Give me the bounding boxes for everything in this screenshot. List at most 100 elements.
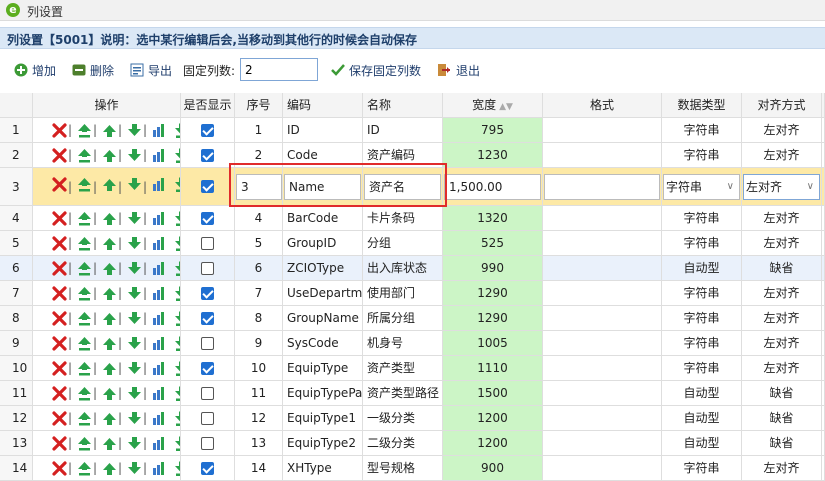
move-bottom-icon[interactable]: [174, 148, 181, 163]
check-icon[interactable]: [331, 63, 345, 77]
datatype-cell[interactable]: 字符串: [662, 118, 742, 143]
sort-icon[interactable]: [152, 436, 167, 451]
width-cell[interactable]: 1,500.00: [443, 168, 543, 206]
delete-row-icon[interactable]: [52, 386, 67, 401]
move-down-icon[interactable]: [127, 286, 142, 301]
move-up-icon[interactable]: [102, 336, 117, 351]
header-visible[interactable]: 是否显示: [181, 93, 235, 118]
format-cell[interactable]: [543, 281, 662, 306]
width-cell[interactable]: 1290: [443, 281, 543, 306]
delete-row-icon[interactable]: [52, 361, 67, 376]
move-down-icon[interactable]: [127, 361, 142, 376]
exit-button[interactable]: 退出: [456, 62, 480, 79]
move-up-icon[interactable]: [102, 148, 117, 163]
chevron-down-icon[interactable]: ∨: [807, 175, 814, 199]
format-cell[interactable]: [543, 406, 662, 431]
datatype-cell[interactable]: 字符串 ∨: [662, 168, 742, 206]
header-alignment[interactable]: 对齐方式: [742, 93, 822, 118]
code-cell[interactable]: UseDepartm: [283, 281, 363, 306]
delete-row-icon[interactable]: [52, 177, 67, 192]
width-cell[interactable]: 1110: [443, 356, 543, 381]
table-row[interactable]: 7 | | | | 7 UseDepartm 使用部门 1290 字符串 左对齐: [0, 281, 825, 306]
datatype-cell[interactable]: 自动型: [662, 256, 742, 281]
datatype-cell[interactable]: 自动型: [662, 406, 742, 431]
delete-row-icon[interactable]: [52, 148, 67, 163]
code-input[interactable]: Name: [284, 174, 361, 200]
format-cell[interactable]: [543, 381, 662, 406]
alignment-cell[interactable]: 缺省: [742, 381, 822, 406]
code-cell[interactable]: GroupName: [283, 306, 363, 331]
format-cell[interactable]: [543, 431, 662, 456]
name-cell[interactable]: 所属分组: [363, 306, 443, 331]
move-up-icon[interactable]: [102, 411, 117, 426]
format-cell[interactable]: [543, 306, 662, 331]
move-down-icon[interactable]: [127, 436, 142, 451]
delete-row-icon[interactable]: [52, 436, 67, 451]
visible-checkbox[interactable]: [201, 287, 214, 300]
datatype-cell[interactable]: 字符串: [662, 306, 742, 331]
code-cell[interactable]: EquipType1: [283, 406, 363, 431]
move-down-icon[interactable]: [127, 261, 142, 276]
sort-icon[interactable]: ▲▼: [499, 102, 513, 112]
visible-checkbox[interactable]: [201, 180, 214, 193]
move-up-icon[interactable]: [102, 123, 117, 138]
alignment-cell[interactable]: 缺省: [742, 431, 822, 456]
code-cell[interactable]: EquipType2: [283, 431, 363, 456]
sequence-cell[interactable]: 4: [235, 206, 283, 231]
datatype-cell[interactable]: 字符串: [662, 331, 742, 356]
visible-checkbox[interactable]: [201, 387, 214, 400]
name-input[interactable]: 资产名: [364, 174, 441, 200]
delete-button[interactable]: 删除: [90, 62, 114, 79]
name-cell[interactable]: 使用部门: [363, 281, 443, 306]
save-fixed-columns-button[interactable]: 保存固定列数: [349, 62, 421, 79]
sort-icon[interactable]: [152, 461, 167, 476]
move-down-icon[interactable]: [127, 311, 142, 326]
table-row[interactable]: 1 | | | | 1 ID ID 795 字符串 左对齐: [0, 118, 825, 143]
move-top-icon[interactable]: [77, 148, 92, 163]
move-top-icon[interactable]: [77, 436, 92, 451]
visible-checkbox[interactable]: [201, 337, 214, 350]
sequence-cell[interactable]: 9: [235, 331, 283, 356]
header-code[interactable]: 编码: [283, 93, 363, 118]
move-down-icon[interactable]: [127, 123, 142, 138]
alignment-cell[interactable]: 左对齐: [742, 306, 822, 331]
format-cell[interactable]: [543, 143, 662, 168]
width-cell[interactable]: 795: [443, 118, 543, 143]
alignment-cell[interactable]: 左对齐 ∨: [742, 168, 822, 206]
width-cell[interactable]: 1290: [443, 306, 543, 331]
move-bottom-icon[interactable]: [174, 336, 181, 351]
delete-row-icon[interactable]: [52, 461, 67, 476]
delete-row-icon[interactable]: [52, 336, 67, 351]
sequence-input[interactable]: 3: [236, 174, 282, 200]
datatype-select[interactable]: 字符串 ∨: [663, 174, 740, 200]
move-down-icon[interactable]: [127, 236, 142, 251]
name-cell[interactable]: 出入库状态: [363, 256, 443, 281]
sequence-cell[interactable]: 7: [235, 281, 283, 306]
sequence-cell[interactable]: 2: [235, 143, 283, 168]
table-row[interactable]: 3 | | | | 3 Name 资产名 1,500.00 字符串 ∨ 左对齐 ∨: [0, 168, 825, 206]
alignment-cell[interactable]: 左对齐: [742, 281, 822, 306]
name-cell[interactable]: 型号规格: [363, 456, 443, 481]
format-cell[interactable]: [543, 231, 662, 256]
code-cell[interactable]: ID: [283, 118, 363, 143]
visible-checkbox[interactable]: [201, 124, 214, 137]
move-bottom-icon[interactable]: [174, 361, 181, 376]
table-row[interactable]: 10 | | | | 10 EquipType 资产类型 1110 字符串 左对齐: [0, 356, 825, 381]
table-row[interactable]: 8 | | | | 8 GroupName 所属分组 1290 字符串 左对齐: [0, 306, 825, 331]
sort-icon[interactable]: [152, 236, 167, 251]
move-bottom-icon[interactable]: [174, 211, 181, 226]
move-top-icon[interactable]: [77, 336, 92, 351]
move-bottom-icon[interactable]: [174, 436, 181, 451]
table-row[interactable]: 6 | | | | 6 ZCIOType 出入库状态 990 自动型 缺省: [0, 256, 825, 281]
move-up-icon[interactable]: [102, 361, 117, 376]
sequence-cell[interactable]: 5: [235, 231, 283, 256]
move-up-icon[interactable]: [102, 261, 117, 276]
datatype-cell[interactable]: 字符串: [662, 231, 742, 256]
move-down-icon[interactable]: [127, 177, 142, 192]
delete-row-icon[interactable]: [52, 411, 67, 426]
alignment-cell[interactable]: 左对齐: [742, 143, 822, 168]
visible-checkbox[interactable]: [201, 412, 214, 425]
move-top-icon[interactable]: [77, 123, 92, 138]
move-top-icon[interactable]: [77, 361, 92, 376]
exit-icon[interactable]: [437, 63, 451, 77]
